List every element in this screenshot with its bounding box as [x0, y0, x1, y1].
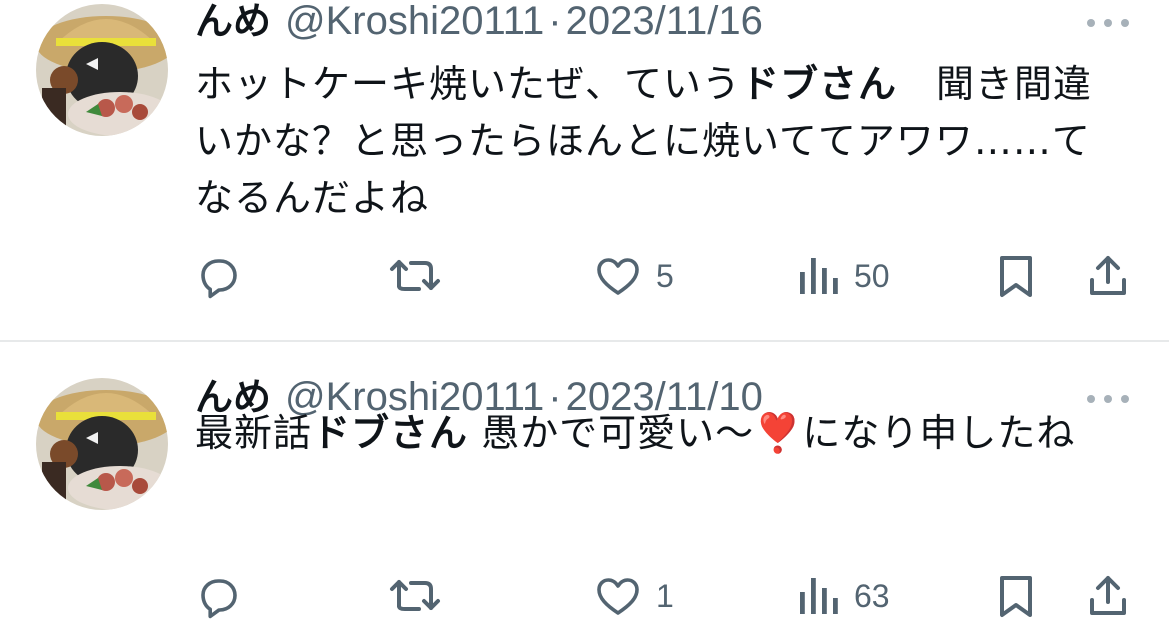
text-segment: 最新話	[195, 411, 313, 455]
more-icon[interactable]	[1087, 393, 1129, 405]
display-name[interactable]: んめ	[195, 0, 271, 43]
reply-button[interactable]	[195, 246, 243, 306]
views-button[interactable]: 63	[796, 566, 890, 626]
like-count: 5	[656, 257, 674, 294]
action-bar: 1 63	[0, 566, 1169, 626]
share-button[interactable]	[1084, 566, 1132, 626]
text-segment-bold: ドブさん	[312, 411, 469, 455]
retweet-icon	[390, 580, 440, 611]
avatar[interactable]	[36, 378, 168, 510]
share-icon	[1090, 576, 1126, 615]
text-segment-bold: ドブさん	[741, 62, 898, 106]
reply-icon	[201, 259, 237, 299]
bookmark-button[interactable]	[994, 246, 1038, 306]
heart-icon	[597, 578, 639, 615]
bookmark-icon	[1000, 256, 1032, 297]
like-button[interactable]: 5	[594, 246, 674, 306]
tweet-date[interactable]: 2023/11/16	[566, 0, 763, 43]
text-segment: 愚かで可愛い〜❣️になり申したね	[468, 411, 1076, 455]
reply-icon	[201, 579, 237, 619]
tweet-header: んめ @Kroshi20111 · 2023/11/16	[195, 0, 763, 46]
tweet-text: 最新話ドブさん 愚かで可愛い〜❣️になり申したね	[195, 405, 1125, 462]
retweet-button[interactable]	[386, 566, 448, 626]
avatar[interactable]	[36, 4, 168, 136]
retweet-icon	[390, 260, 440, 291]
action-bar: 5 50	[0, 246, 1169, 306]
share-icon	[1090, 256, 1126, 295]
views-button[interactable]: 50	[796, 246, 890, 306]
views-count: 50	[854, 257, 890, 294]
avatar-image	[36, 4, 168, 136]
heart-icon	[597, 258, 639, 295]
bookmark-button[interactable]	[994, 566, 1038, 626]
views-icon	[800, 258, 838, 294]
share-button[interactable]	[1084, 246, 1132, 306]
tweet-text: ホットケーキ焼いたぜ、ていうドブさん 聞き間違いかな？と思ったらほんとに焼いてて…	[195, 56, 1125, 227]
more-icon[interactable]	[1087, 17, 1129, 29]
reply-button[interactable]	[195, 566, 243, 626]
separator-dot: ·	[548, 0, 562, 43]
retweet-button[interactable]	[386, 246, 448, 306]
tweet[interactable]: んめ @Kroshi20111 · 2023/11/10 最新話ドブさん 愚かで可愛い…	[0, 342, 1169, 626]
tweet[interactable]: んめ @Kroshi20111 · 2023/11/16 ホットケーキ焼いたぜ、ていう…	[0, 0, 1169, 340]
views-count: 63	[854, 577, 890, 614]
like-button[interactable]: 1	[594, 566, 674, 626]
views-icon	[800, 578, 838, 614]
avatar-image	[36, 378, 168, 510]
user-handle[interactable]: @Kroshi20111	[285, 0, 544, 43]
bookmark-icon	[1000, 576, 1032, 617]
like-count: 1	[656, 577, 674, 614]
text-segment: ホットケーキ焼いたぜ、ていう	[195, 62, 742, 106]
